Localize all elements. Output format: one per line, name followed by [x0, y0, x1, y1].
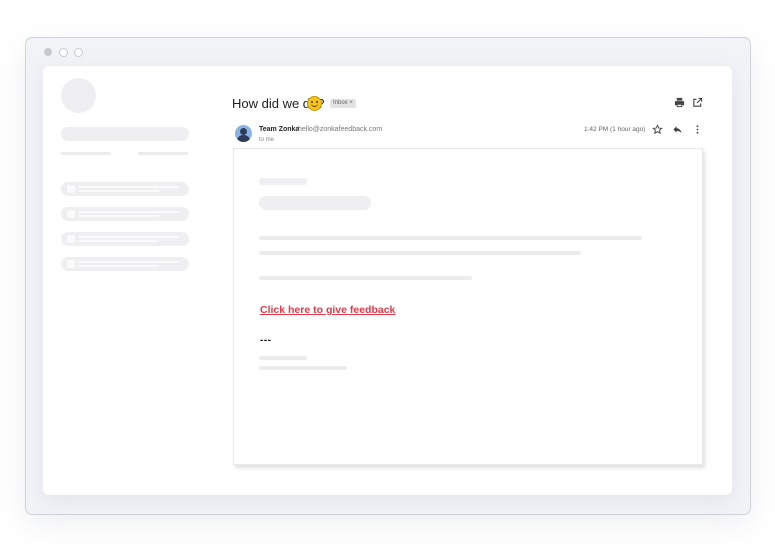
- sender-name: Team Zonka: [259, 126, 300, 133]
- reply-icon[interactable]: [672, 124, 683, 135]
- sidebar-item-placeholder[interactable]: [61, 182, 189, 196]
- signature-separator: ---: [260, 335, 272, 346]
- window-control-maximize[interactable]: [74, 48, 83, 57]
- window-control-close[interactable]: [44, 48, 52, 56]
- sender-avatar: [235, 125, 252, 142]
- sidebar-item-placeholder[interactable]: [61, 232, 189, 246]
- sender-email: hello@zonkafeedback.com: [298, 126, 383, 133]
- window-control-minimize[interactable]: [59, 48, 68, 57]
- sidebar-meta-placeholder: [61, 152, 111, 155]
- smiling-face-icon: [307, 96, 322, 111]
- recipient-label[interactable]: to me: [259, 137, 274, 143]
- signature-placeholder: [259, 356, 307, 360]
- print-icon[interactable]: [674, 97, 685, 108]
- star-icon[interactable]: [652, 124, 663, 135]
- email-timestamp: 1:42 PM (1 hour ago): [584, 126, 646, 133]
- sidebar-item-placeholder[interactable]: [61, 257, 189, 271]
- sidebar-meta-placeholder: [138, 152, 188, 155]
- sidebar-item-placeholder[interactable]: [61, 207, 189, 221]
- body-heading-placeholder: [259, 196, 371, 210]
- inbox-label-badge[interactable]: Inbox ×: [330, 99, 356, 108]
- signature-placeholder: [259, 366, 347, 370]
- more-vert-icon[interactable]: [692, 124, 703, 135]
- sidebar-title-placeholder: [61, 127, 189, 141]
- body-text-placeholder: [259, 236, 642, 240]
- body-text-placeholder: [259, 251, 581, 255]
- sidebar-avatar-placeholder: [61, 78, 96, 113]
- feedback-link[interactable]: Click here to give feedback: [260, 304, 395, 316]
- body-text-placeholder: [259, 178, 307, 185]
- body-text-placeholder: [259, 276, 472, 280]
- external-link-icon[interactable]: [692, 97, 703, 108]
